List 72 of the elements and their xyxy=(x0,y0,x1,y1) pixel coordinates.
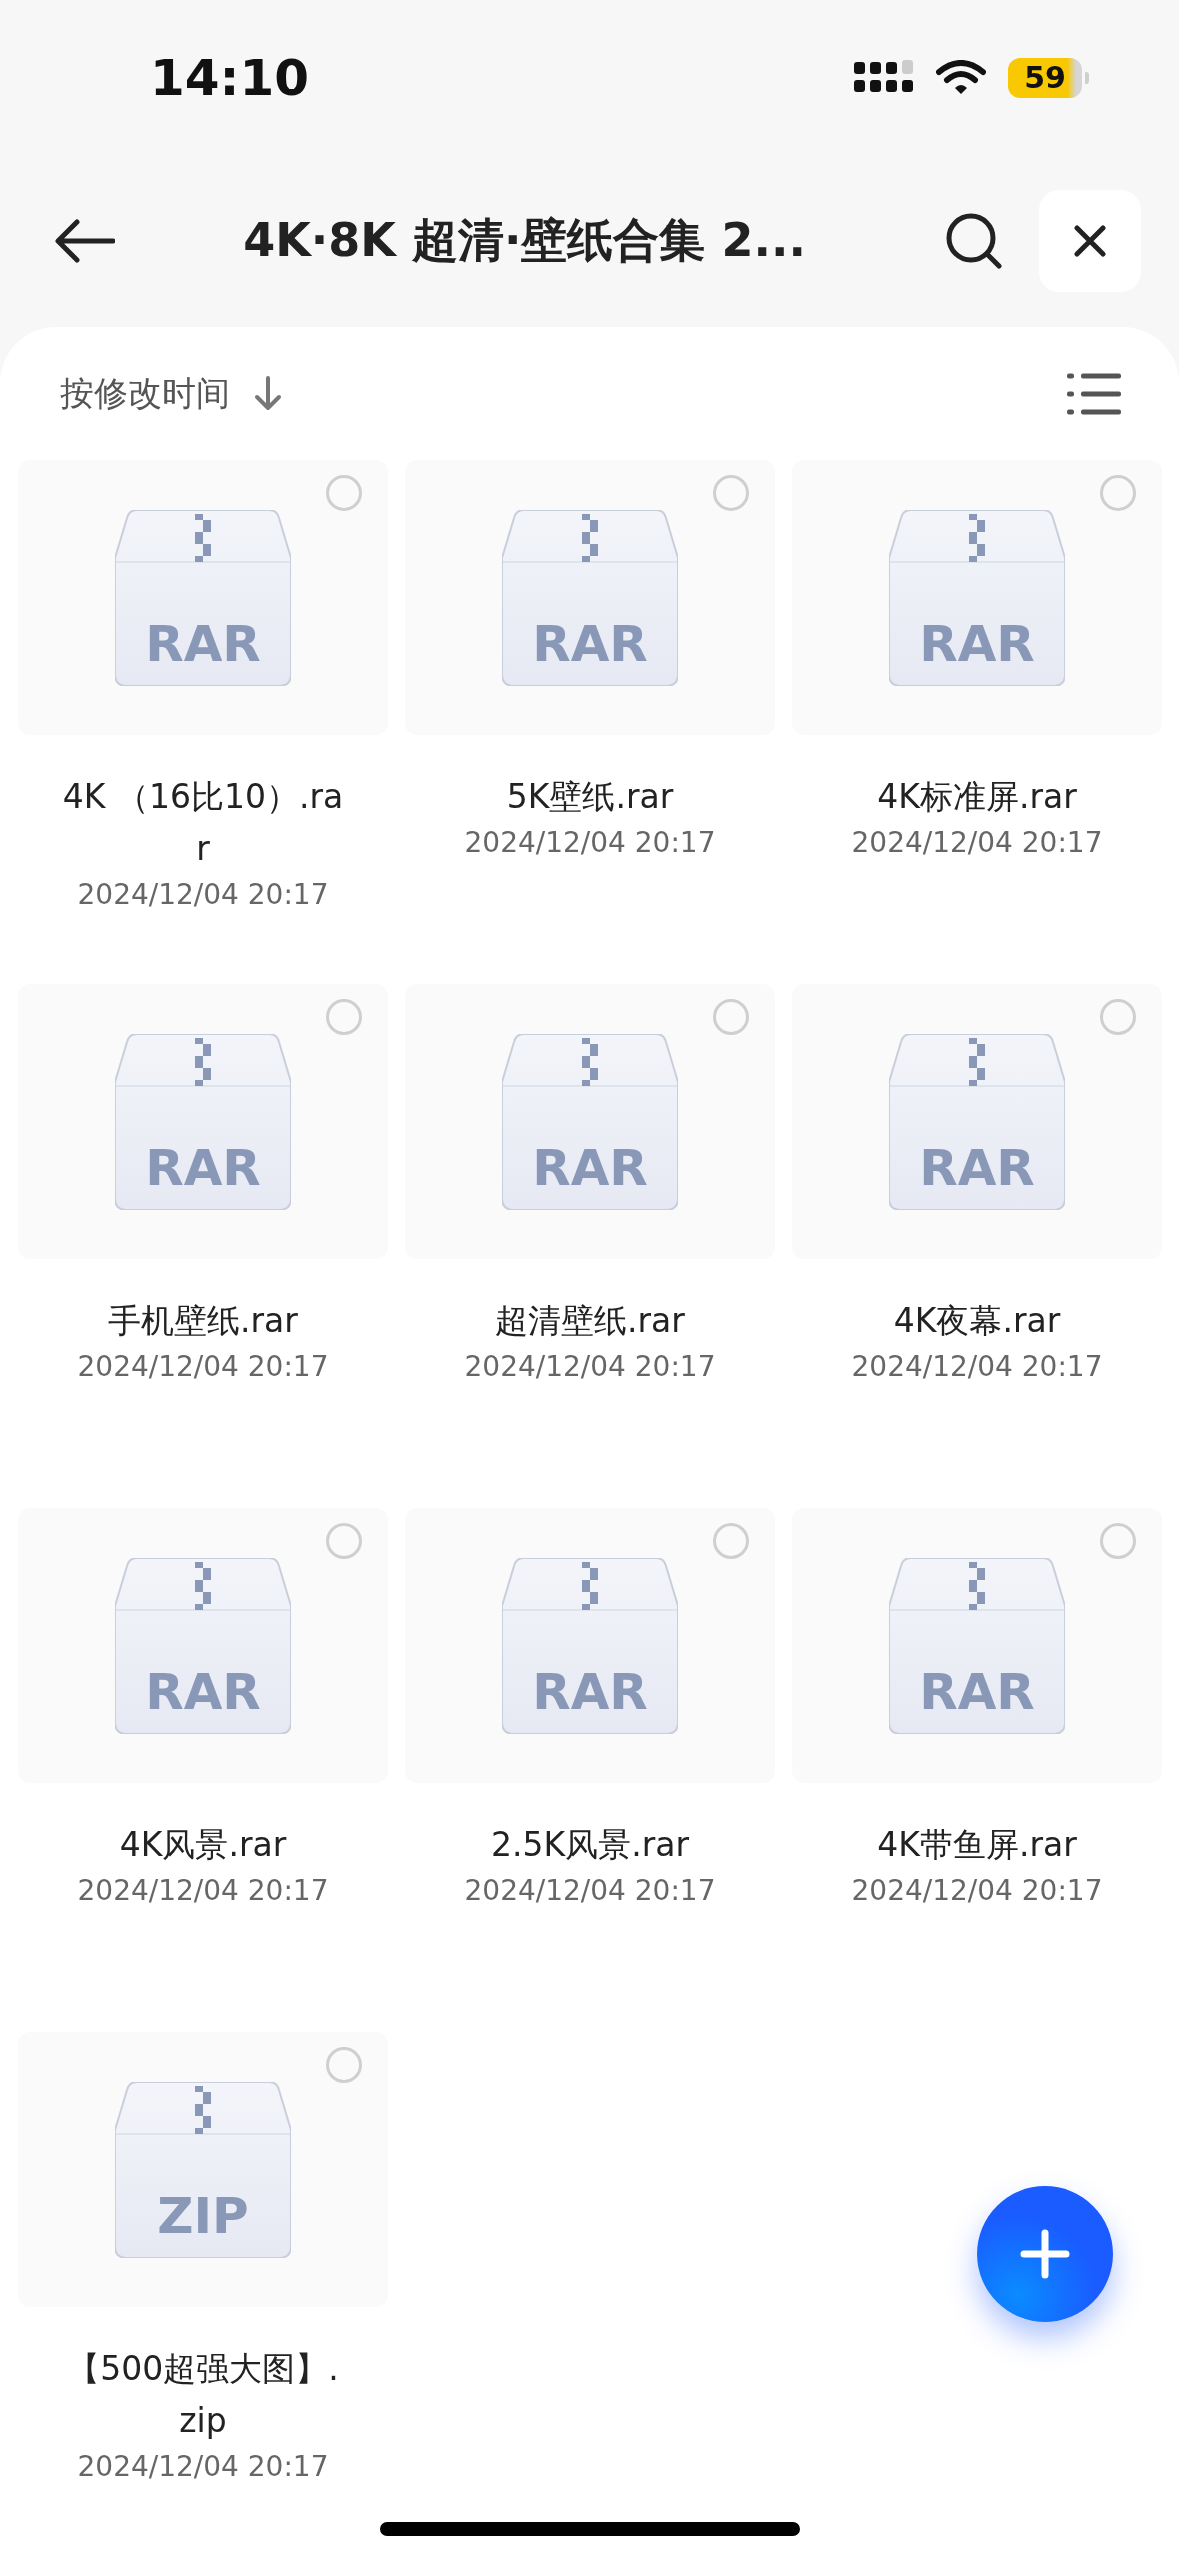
file-thumbnail[interactable]: RAR xyxy=(792,460,1162,735)
file-thumbnail[interactable]: RAR xyxy=(18,984,388,1259)
file-thumbnail[interactable]: RAR xyxy=(405,460,775,735)
file-date: 2024/12/04 20:17 xyxy=(464,1873,716,1909)
sort-button[interactable]: 按修改时间 xyxy=(60,370,282,417)
file-type-label: RAR xyxy=(918,1139,1036,1196)
file-type-label: RAR xyxy=(531,1663,649,1720)
file-date: 2024/12/04 20:17 xyxy=(464,825,716,861)
archive-icon xyxy=(502,1557,678,1734)
file-thumbnail[interactable]: RAR xyxy=(405,1508,775,1783)
file-date: 2024/12/04 20:17 xyxy=(851,1873,1103,1909)
file-name: 4K （16比10）.rar xyxy=(61,776,345,870)
file-date: 2024/12/04 20:17 xyxy=(77,1349,329,1385)
wifi-icon xyxy=(936,59,986,96)
file-thumbnail[interactable]: ZIP xyxy=(18,2032,388,2307)
file-type-label: RAR xyxy=(918,615,1036,672)
archive-icon xyxy=(115,509,291,686)
file-type-label: RAR xyxy=(918,1663,1036,1720)
file-thumbnail[interactable]: RAR xyxy=(792,1508,1162,1783)
file-name: 2.5K风景.rar xyxy=(490,1824,690,1866)
file-date: 2024/12/04 20:17 xyxy=(851,1349,1103,1385)
select-checkbox[interactable] xyxy=(1100,1523,1136,1559)
folder-title: 4K·8K 超清·壁纸合集 2... xyxy=(242,212,807,270)
select-checkbox[interactable] xyxy=(326,2047,362,2083)
file-type-label: RAR xyxy=(531,1139,649,1196)
close-button[interactable] xyxy=(1039,190,1141,293)
file-type-label: RAR xyxy=(144,1663,262,1720)
archive-icon xyxy=(115,1557,291,1734)
archive-icon xyxy=(502,509,678,686)
file-name: 4K夜幕.rar xyxy=(892,1300,1062,1342)
select-checkbox[interactable] xyxy=(326,999,362,1035)
file-type-label: RAR xyxy=(144,1139,262,1196)
archive-icon xyxy=(889,509,1065,686)
down-arrow-icon xyxy=(254,375,282,412)
file-type-label: ZIP xyxy=(156,2187,250,2244)
file-type-label: RAR xyxy=(144,615,262,672)
status-time: 14:10 xyxy=(150,48,310,107)
file-name: 4K标准屏.rar xyxy=(876,776,1078,818)
file-date: 2024/12/04 20:17 xyxy=(77,877,329,913)
close-icon xyxy=(1074,225,1106,258)
file-name: 手机壁纸.rar xyxy=(107,1300,299,1342)
file-thumbnail[interactable]: RAR xyxy=(792,984,1162,1259)
file-thumbnail[interactable]: RAR xyxy=(18,460,388,735)
file-name: 超清壁纸.rar xyxy=(494,1300,686,1342)
archive-icon xyxy=(502,1033,678,1210)
file-date: 2024/12/04 20:17 xyxy=(77,2449,329,2485)
battery-level: 59 xyxy=(1008,57,1082,98)
file-date: 2024/12/04 20:17 xyxy=(464,1349,716,1385)
select-checkbox[interactable] xyxy=(1100,475,1136,511)
select-checkbox[interactable] xyxy=(713,999,749,1035)
select-checkbox[interactable] xyxy=(713,475,749,511)
file-name: 【500超强大图】.zip xyxy=(66,2348,340,2442)
file-thumbnail[interactable]: RAR xyxy=(18,1508,388,1783)
file-name: 5K壁纸.rar xyxy=(505,776,675,818)
file-type-label: RAR xyxy=(531,615,649,672)
select-checkbox[interactable] xyxy=(1100,999,1136,1035)
file-name: 4K带鱼屏.rar xyxy=(876,1824,1078,1866)
file-name: 4K风景.rar xyxy=(118,1824,288,1866)
select-checkbox[interactable] xyxy=(326,475,362,511)
list-icon xyxy=(1067,372,1121,415)
file-thumbnail[interactable]: RAR xyxy=(405,984,775,1259)
archive-icon xyxy=(889,1557,1065,1734)
file-date: 2024/12/04 20:17 xyxy=(77,1873,329,1909)
archive-icon xyxy=(115,2081,291,2258)
back-arrow-icon xyxy=(55,219,115,264)
file-date: 2024/12/04 20:17 xyxy=(851,825,1103,861)
plus-icon xyxy=(1020,2229,1070,2279)
select-checkbox[interactable] xyxy=(713,1523,749,1559)
select-checkbox[interactable] xyxy=(326,1523,362,1559)
archive-icon xyxy=(115,1033,291,1210)
search-icon xyxy=(944,211,1004,272)
archive-icon xyxy=(889,1033,1065,1210)
